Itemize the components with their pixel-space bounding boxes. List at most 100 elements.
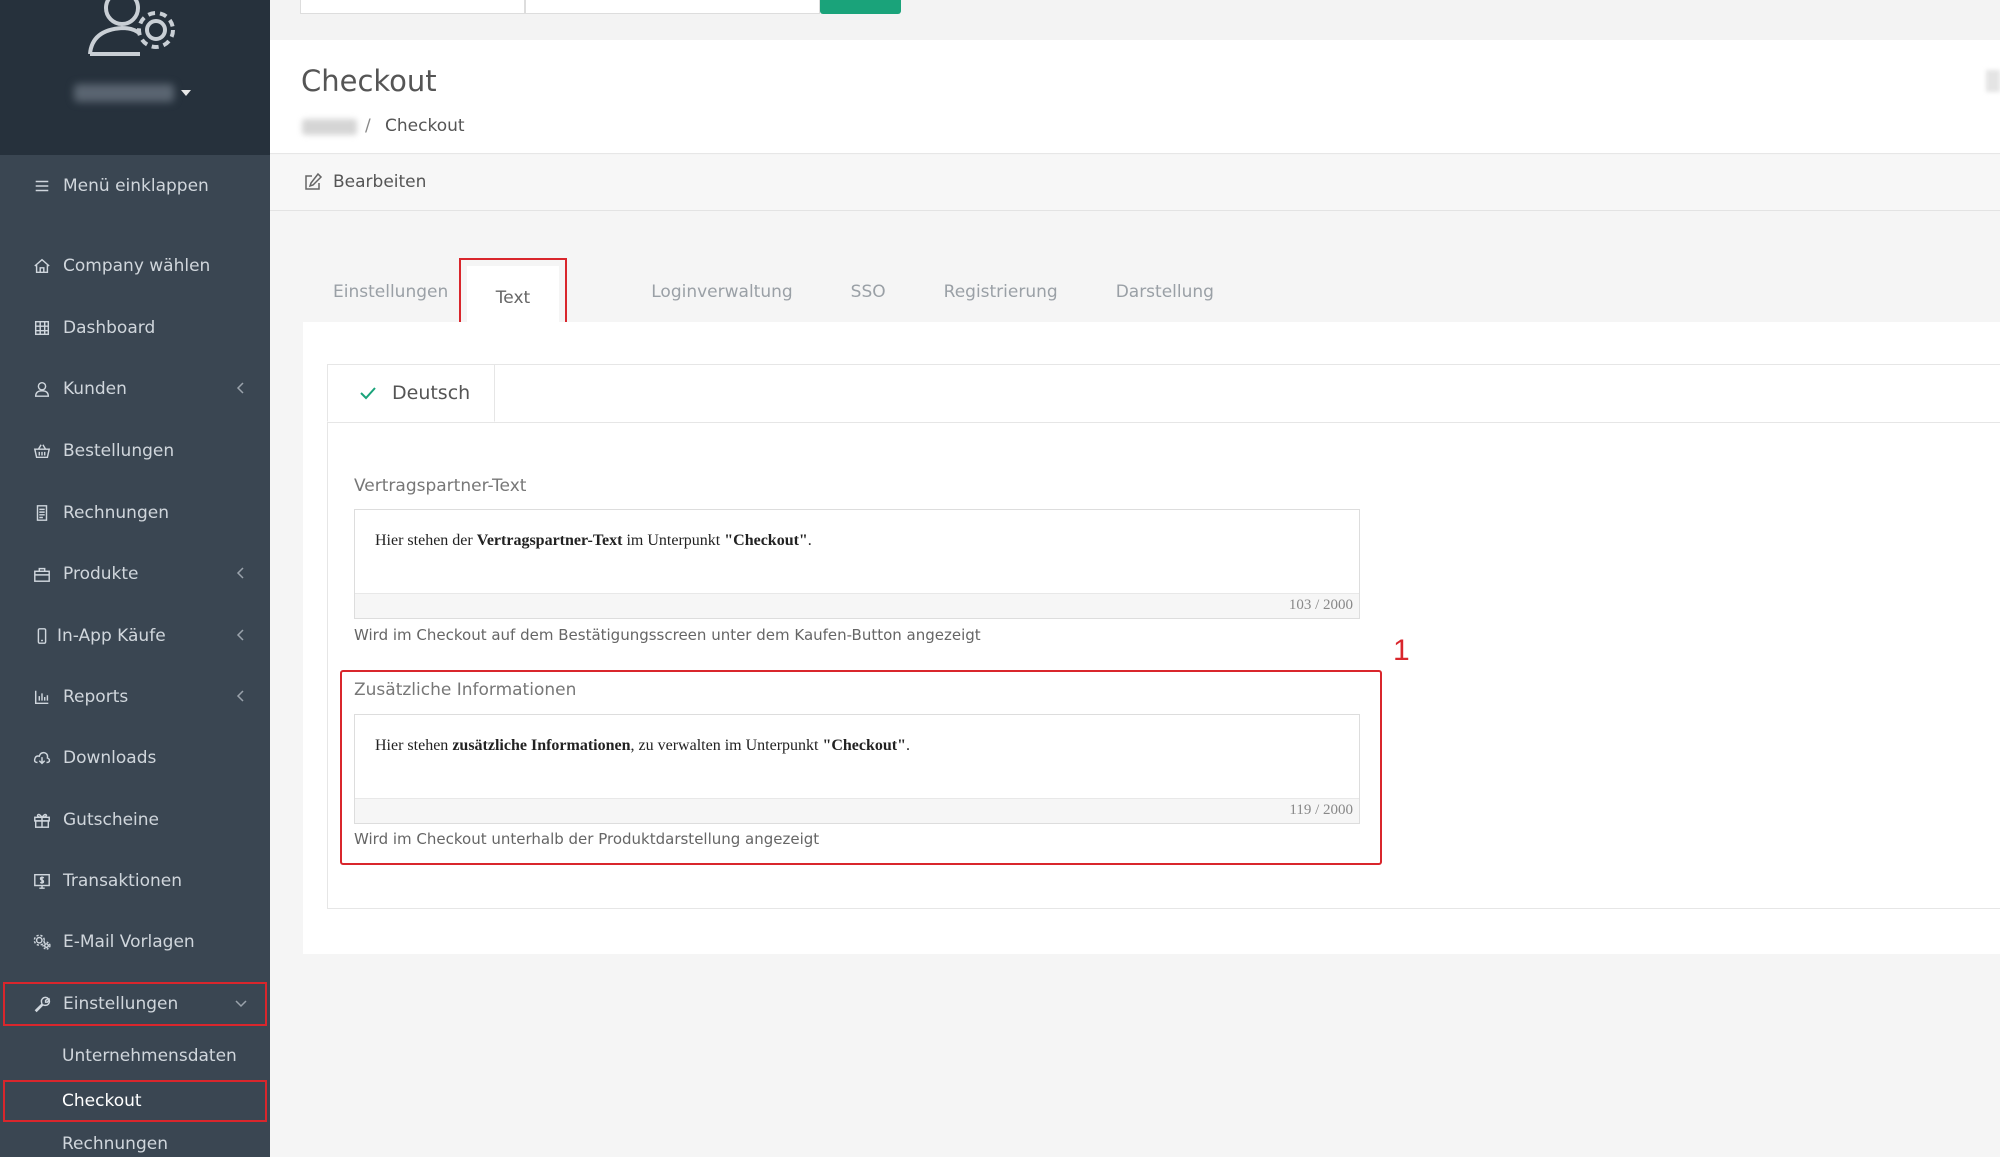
sidebar-item-label: Einstellungen [63,994,179,1014]
sidebar-item-in-app[interactable]: In-App Käufe [0,614,270,658]
bar-chart-icon [32,687,52,707]
sidebar-item-label: E-Mail Vorlagen [63,932,195,952]
page-title: Checkout [301,64,437,98]
chevron-left-icon [236,690,244,702]
edit-icon [305,172,323,190]
sidebar-item-products[interactable]: Produkte [0,552,270,596]
home-icon [32,256,52,276]
sidebar-item-downloads[interactable]: Downloads [0,736,270,780]
menu-collapse-button[interactable]: Menü einklappen [0,164,270,208]
divider [327,422,2000,423]
editor-footer: 119 / 2000 [355,798,1359,823]
tab-text[interactable]: Text [467,266,559,330]
sidebar-item-label: Gutscheine [63,810,160,830]
contract-partner-editor[interactable]: Hier stehen der Vertragspartner-Text im … [354,509,1360,619]
chevron-left-icon [236,567,244,579]
sidebar-item-email-templates[interactable]: E-Mail Vorlagen [0,920,270,964]
tab-sso[interactable]: SSO [851,282,886,302]
sidebar-item-settings[interactable]: Einstellungen [3,982,267,1026]
dollar-screen-icon [32,871,52,891]
editor-text-bold: Vertragspartner-Text [476,532,623,549]
tab-registration[interactable]: Registrierung [944,282,1058,302]
sidebar: Menü einklappen Company wählen Dashboard… [0,0,270,1157]
sidebar-item-vouchers[interactable]: Gutscheine [0,798,270,842]
grid-icon [32,318,52,338]
sidebar-item-label: Bestellungen [63,441,175,461]
chevron-left-icon [236,382,244,394]
character-counter: 119 / 2000 [1289,802,1353,818]
sidebar-item-dashboard[interactable]: Dashboard [0,306,270,350]
tab-settings[interactable]: Einstellungen [333,282,448,302]
character-counter: 103 / 2000 [1288,597,1353,613]
gift-icon [32,810,52,830]
toolbar: Bearbeiten [270,155,2000,211]
gears-icon [32,932,52,952]
chevron-left-icon [236,629,244,641]
additional-info-label: Zusätzliche Informationen [354,680,577,700]
breadcrumb-separator: / [365,116,371,136]
contract-partner-label: Vertragspartner-Text [354,476,527,496]
sidebar-subitem-invoices[interactable]: Rechnungen [62,1134,168,1154]
editor-text-bold: zusätzliche Informationen [452,737,631,754]
sidebar-item-customers[interactable]: Kunden [0,367,270,411]
tab-text-highlight: Text [459,258,567,330]
additional-info-hint: Wird im Checkout unterhalb der Produktda… [354,830,820,848]
breadcrumb-current: Checkout [385,116,465,136]
contract-partner-text[interactable]: Hier stehen der Vertragspartner-Text im … [375,532,812,550]
language-tab-label: Deutsch [392,382,471,404]
sidebar-item-label: In-App Käufe [57,626,166,646]
edit-label: Bearbeiten [333,172,427,192]
wrench-icon [32,994,52,1014]
user-icon [32,379,52,399]
user-name-blurred[interactable] [74,84,174,102]
menu-collapse-label: Menü einklappen [63,176,209,196]
sidebar-item-label: Kunden [63,379,127,399]
additional-info-editor[interactable]: Hier stehen zusätzliche Informationen, z… [354,714,1360,824]
sidebar-item-company[interactable]: Company wählen [0,244,270,288]
sidebar-item-label: Reports [63,687,129,707]
editor-text-part: im Unterpunkt [622,532,725,549]
editor-text-part: . [906,737,911,754]
editor-text-part: , zu verwalten im Unterpunkt [630,737,823,754]
header-right-control[interactable] [1986,70,2000,92]
caret-down-icon[interactable] [181,90,191,96]
sidebar-item-transactions[interactable]: Transaktionen [0,859,270,903]
language-tab-german[interactable]: Deutsch [327,364,495,422]
bag-icon [32,564,52,584]
tab-display[interactable]: Darstellung [1116,282,1214,302]
editor-footer: 103 / 2000 [355,593,1359,618]
cloud-download-icon [32,748,52,768]
sidebar-item-label: Downloads [63,748,157,768]
tab-login[interactable]: Loginverwaltung [651,282,792,302]
receipt-icon [32,503,52,523]
edit-button[interactable]: Bearbeiten [303,172,426,192]
hamburger-icon [32,176,52,196]
top-action-button[interactable] [820,0,901,14]
sidebar-item-label: Company wählen [63,256,211,276]
top-select[interactable] [300,0,525,14]
basket-icon [32,441,52,461]
chevron-down-icon [235,1000,247,1008]
sidebar-user-area [0,0,270,155]
editor-text-part: . [807,532,812,549]
page-header: Checkout / Checkout [270,40,2000,154]
breadcrumb-root-blurred[interactable] [302,119,357,135]
top-search-input[interactable] [525,0,820,14]
sidebar-item-label: Dashboard [63,318,156,338]
sidebar-item-invoices[interactable]: Rechnungen [0,491,270,535]
user-settings-icon [88,0,175,56]
sidebar-item-reports[interactable]: Reports [0,675,270,719]
editor-text-part: Hier stehen der [375,532,477,549]
phone-icon [32,626,52,646]
editor-text-bold: "Checkout" [724,532,808,549]
sidebar-item-label: Transaktionen [63,871,182,891]
sidebar-item-label: Produkte [63,564,139,584]
additional-info-text[interactable]: Hier stehen zusätzliche Informationen, z… [375,737,910,755]
sidebar-item-orders[interactable]: Bestellungen [0,429,270,473]
sidebar-subitem-company-data[interactable]: Unternehmensdaten [62,1046,237,1066]
sidebar-item-label: Rechnungen [63,503,169,523]
settings-tabs: Einstellungen Loginverwaltung SSO Regist… [303,262,1272,322]
editor-text-part: Hier stehen [375,737,453,754]
contract-partner-hint: Wird im Checkout auf dem Bestätigungsscr… [354,626,981,644]
sidebar-subitem-checkout[interactable]: Checkout [3,1080,267,1122]
